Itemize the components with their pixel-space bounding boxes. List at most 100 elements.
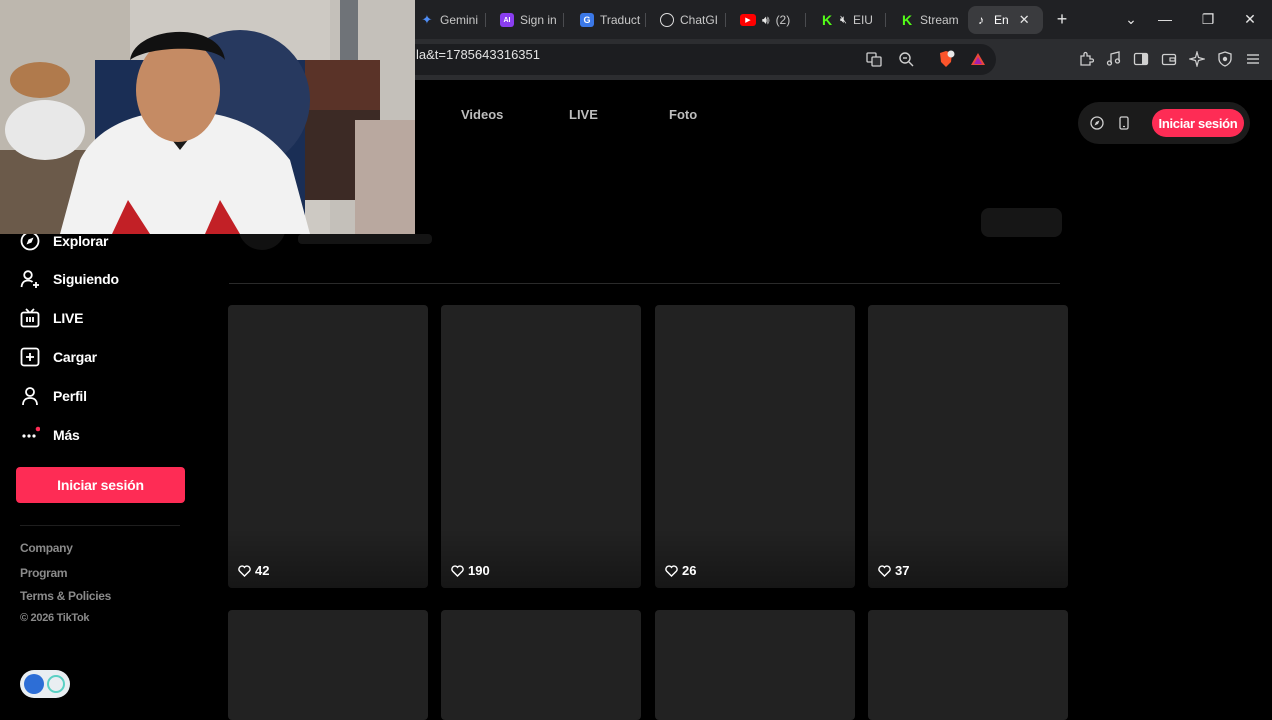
- footer-link-company[interactable]: Company: [20, 541, 73, 555]
- restore-button[interactable]: ❐: [1199, 10, 1217, 28]
- zoom-out-icon[interactable]: [897, 50, 915, 68]
- like-count: 42: [238, 563, 269, 578]
- tab-youtube[interactable]: ▶ 🔊︎ (2): [734, 6, 806, 34]
- tab-label: Gemini: [440, 13, 479, 27]
- sidebar-item-perfil[interactable]: Perfil: [20, 384, 87, 408]
- main-menu-icon[interactable]: [1244, 50, 1262, 68]
- minimize-button[interactable]: —: [1156, 10, 1174, 28]
- heart-icon: [451, 564, 464, 577]
- youtube-icon: ▶: [740, 14, 756, 26]
- tab-label: Sign in: [520, 13, 557, 27]
- tab-label: EIU: [852, 13, 873, 27]
- leo-ai-icon[interactable]: [1188, 50, 1206, 68]
- muted-speaker-icon[interactable]: 🔇︎: [840, 14, 847, 27]
- copyright-text: © 2026 TikTok: [20, 612, 90, 624]
- brave-shields-icon[interactable]: [937, 50, 955, 68]
- new-tab-button[interactable]: +: [1053, 9, 1071, 29]
- video-card[interactable]: [868, 610, 1068, 720]
- placeholder-text: [298, 234, 432, 244]
- close-window-button[interactable]: ✕: [1241, 10, 1259, 28]
- power-icon: [47, 675, 65, 693]
- sidebar-item-label: Explorar: [53, 233, 109, 249]
- like-count: 190: [451, 563, 490, 578]
- sidebar-item-label: Siguiendo: [53, 271, 119, 287]
- like-count: 37: [878, 563, 909, 578]
- vpn-shield-icon[interactable]: [1216, 50, 1234, 68]
- media-controls-icon[interactable]: [1104, 50, 1122, 68]
- tab-live[interactable]: LIVE: [569, 107, 598, 122]
- close-tab-icon[interactable]: ✕: [1019, 12, 1030, 28]
- content-divider: [229, 283, 1060, 284]
- sidebar-item-label: Perfil: [53, 388, 87, 404]
- tab-label: Traduct: [600, 13, 641, 27]
- tab-list-button[interactable]: ⌄: [1122, 10, 1140, 28]
- tab-chatgpt[interactable]: ChatGI: [654, 6, 726, 34]
- upload-plus-icon: [20, 347, 40, 367]
- sidebar-item-mas[interactable]: Más: [20, 423, 80, 447]
- video-card[interactable]: 37: [868, 305, 1068, 588]
- like-count: 26: [665, 563, 696, 578]
- webcam-overlay: [0, 0, 415, 234]
- url-text[interactable]: la&t=1785643316351: [416, 47, 540, 62]
- profile-icon: [20, 386, 40, 406]
- compass-icon[interactable]: [1089, 115, 1105, 131]
- speaker-icon[interactable]: 🔊︎: [762, 13, 770, 28]
- sidebar-toggle-icon[interactable]: [1132, 50, 1150, 68]
- like-count-value: 190: [468, 563, 490, 578]
- tab-kick-stream[interactable]: K Stream: [894, 6, 964, 34]
- extensions-icon[interactable]: [1077, 50, 1095, 68]
- sidebar-login-button[interactable]: Iniciar sesión: [16, 467, 185, 503]
- gemini-icon: ✦: [421, 12, 433, 27]
- sidebar-item-live[interactable]: LIVE: [20, 306, 84, 330]
- video-card[interactable]: [228, 610, 428, 720]
- tab-label: En: [994, 13, 1009, 27]
- translate-icon: G: [580, 13, 594, 27]
- footer-link-terms[interactable]: Terms & Policies: [20, 589, 111, 603]
- kick-icon: K: [901, 12, 913, 28]
- tab-traductor[interactable]: G Traduct: [574, 6, 646, 34]
- wallet-icon[interactable]: [1160, 50, 1178, 68]
- sidebar-item-label: Más: [53, 427, 80, 443]
- mobile-app-icon[interactable]: [1116, 115, 1132, 131]
- extension-logo-icon: [24, 674, 44, 694]
- webcam-feed-image: [0, 0, 415, 234]
- video-card[interactable]: 26: [655, 305, 855, 588]
- sidebar-item-cargar[interactable]: Cargar: [20, 345, 97, 369]
- user-follow-icon: [20, 269, 40, 289]
- video-card[interactable]: [655, 610, 855, 720]
- tab-label: ChatGI: [680, 13, 719, 27]
- ai-logo-icon: AI: [500, 13, 514, 27]
- heart-icon: [665, 564, 678, 577]
- tiktok-icon: ♪: [978, 13, 984, 27]
- extension-toggle[interactable]: [20, 670, 70, 698]
- like-count-value: 26: [682, 563, 697, 578]
- tab-label: Stream: [920, 13, 959, 27]
- tab-videos[interactable]: Videos: [461, 107, 503, 122]
- heart-icon: [878, 564, 891, 577]
- placeholder-button: [981, 208, 1062, 237]
- live-tv-icon: [20, 308, 40, 328]
- header-actions: Iniciar sesión: [1078, 102, 1250, 144]
- sidebar-item-siguiendo[interactable]: Siguiendo: [20, 267, 119, 291]
- tab-gemini[interactable]: ✦ Gemini: [414, 6, 486, 34]
- video-card[interactable]: 190: [441, 305, 641, 588]
- tab-foto[interactable]: Foto: [669, 107, 697, 122]
- compass-icon: [20, 231, 40, 251]
- footer-link-program[interactable]: Program: [20, 566, 68, 580]
- more-dots-icon: [20, 425, 40, 445]
- tab-kick-eiu[interactable]: K 🔇︎ EIU: [814, 6, 886, 34]
- sidebar-item-label: Cargar: [53, 349, 97, 365]
- video-card[interactable]: 42: [228, 305, 428, 588]
- like-count-value: 42: [255, 563, 270, 578]
- tab-tiktok-active[interactable]: ♪ En ✕: [968, 6, 1043, 34]
- heart-icon: [238, 564, 251, 577]
- tab-label: (2): [775, 13, 791, 27]
- translate-page-icon[interactable]: [865, 50, 883, 68]
- chatgpt-icon: [660, 13, 674, 27]
- kick-icon: K: [821, 12, 833, 28]
- video-card[interactable]: [441, 610, 641, 720]
- brave-rewards-icon[interactable]: [969, 50, 987, 68]
- sidebar-divider: [20, 525, 180, 526]
- header-login-button[interactable]: Iniciar sesión: [1152, 109, 1244, 137]
- tab-sign-in[interactable]: AI Sign in: [494, 6, 564, 34]
